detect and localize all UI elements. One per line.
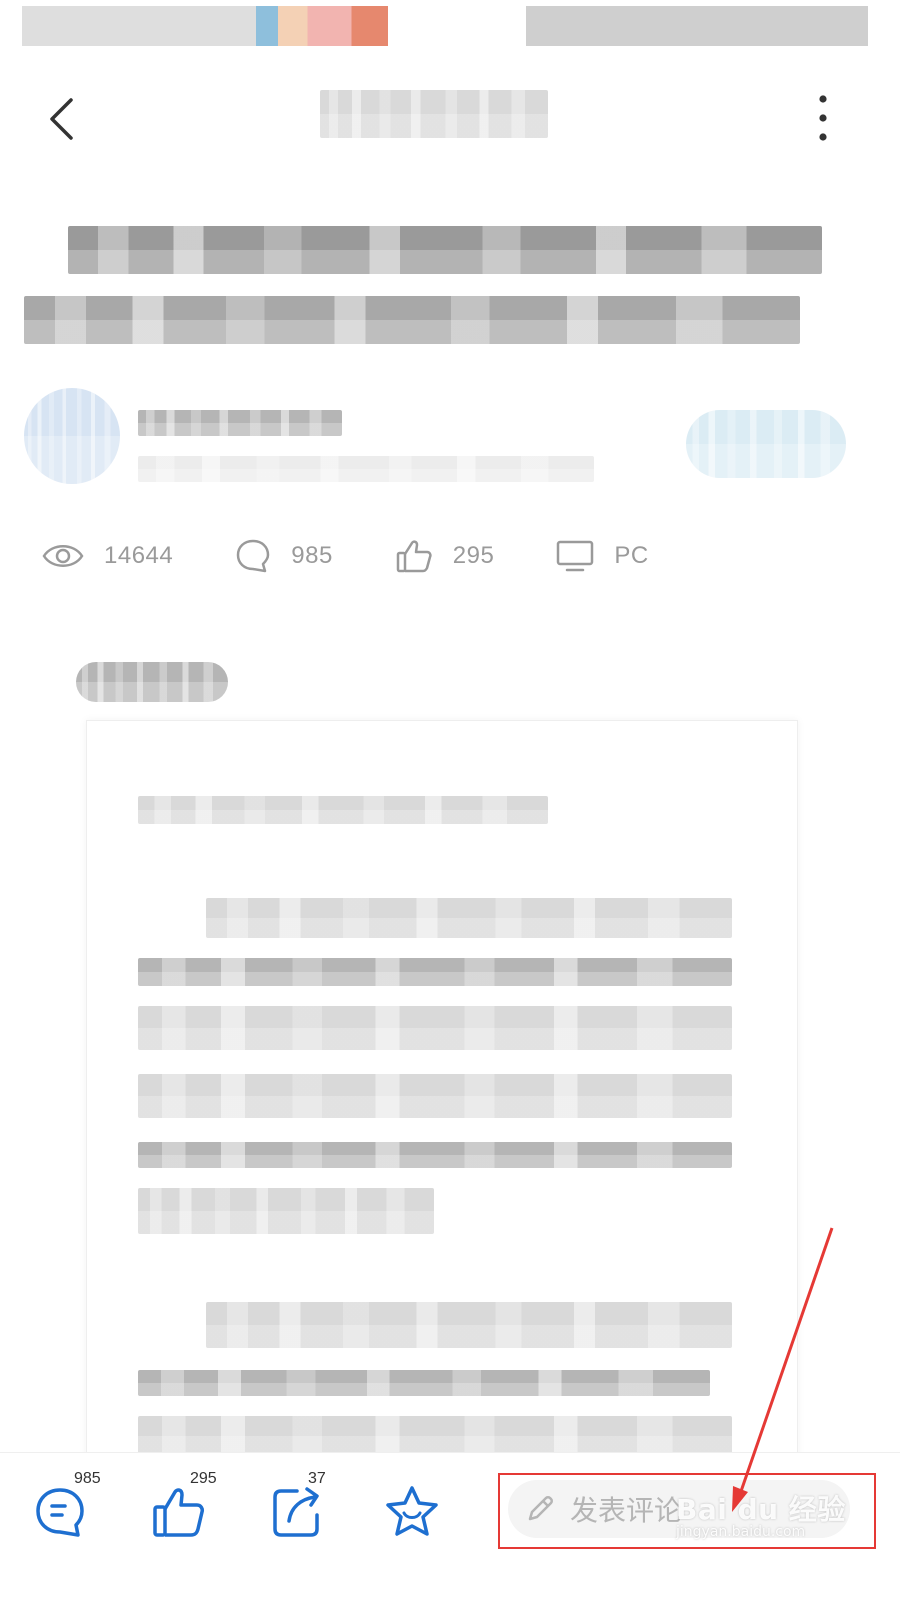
- annotation-highlight-box: [498, 1473, 876, 1549]
- comments-button[interactable]: [28, 1480, 92, 1544]
- thumbs-up-icon: [153, 1488, 204, 1537]
- chat-bubble-icon: [237, 539, 270, 573]
- article-line: [138, 1370, 710, 1396]
- article-line: [206, 1302, 732, 1348]
- stat-comments: 985: [235, 538, 333, 574]
- comments-count: 985: [291, 542, 333, 569]
- likes-count: 295: [452, 542, 495, 569]
- article-line: [138, 958, 732, 986]
- section-label-redacted: [76, 662, 228, 702]
- more-vertical-icon: [819, 95, 827, 141]
- share-icon: [273, 1487, 319, 1537]
- star-icon: [386, 1486, 438, 1536]
- monitor-icon: [557, 540, 594, 572]
- author-meta-redacted: [138, 456, 594, 482]
- article-line: [138, 796, 548, 824]
- comments-badge: 985: [74, 1470, 101, 1487]
- article-line: [138, 1074, 732, 1118]
- article-line: [138, 1188, 434, 1234]
- status-bar-right: [526, 6, 868, 46]
- article-line: [138, 1006, 732, 1050]
- favorite-button[interactable]: [380, 1480, 444, 1544]
- status-bar-left: [22, 6, 388, 46]
- stat-likes: 295: [395, 537, 495, 575]
- post-stats: 14644 985 295 PC: [42, 530, 711, 582]
- comment-bubble-icon: [36, 1488, 84, 1537]
- page-title-redacted: [320, 90, 548, 138]
- shares-badge: 37: [308, 1470, 326, 1487]
- thumbs-up-icon: [396, 540, 432, 573]
- author-avatar-redacted: [24, 388, 120, 484]
- chevron-left-icon: [50, 98, 73, 140]
- eye-icon: [42, 545, 84, 567]
- author-name-redacted: [138, 410, 342, 436]
- post-title-redacted-line-1: [68, 226, 822, 274]
- device-label: PC: [614, 542, 649, 569]
- back-button[interactable]: [36, 92, 86, 146]
- more-options-button[interactable]: [798, 90, 848, 146]
- article-line: [138, 1416, 732, 1456]
- share-button[interactable]: [264, 1480, 328, 1544]
- like-button[interactable]: [146, 1480, 210, 1544]
- article-line: [206, 898, 732, 938]
- post-title-redacted-line-2: [24, 296, 800, 344]
- article-line: [138, 1142, 732, 1168]
- stat-views: 14644: [42, 540, 173, 572]
- likes-badge: 295: [190, 1470, 217, 1487]
- stat-device: PC: [556, 539, 648, 573]
- views-count: 14644: [104, 542, 174, 569]
- follow-button-redacted[interactable]: [686, 410, 846, 478]
